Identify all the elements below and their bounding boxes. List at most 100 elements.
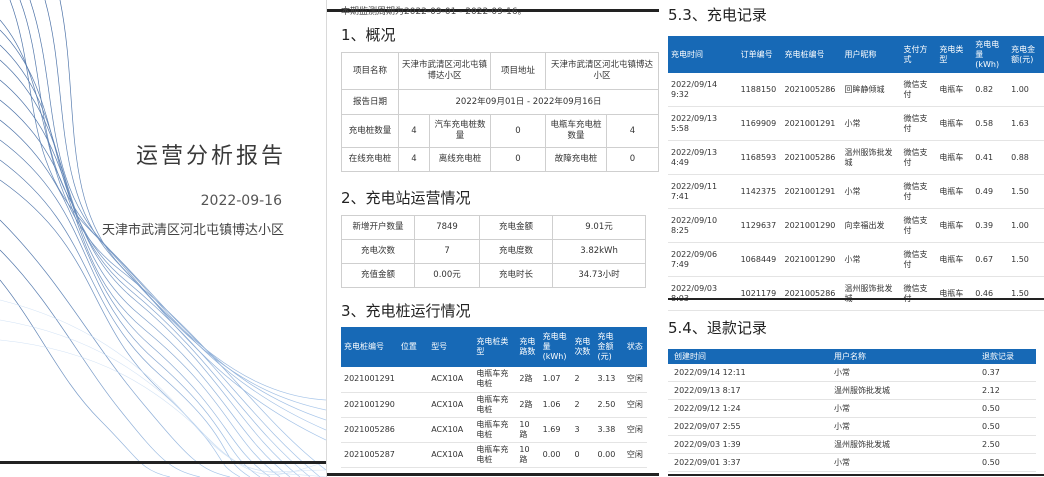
table-cell: 2路 (516, 367, 540, 393)
refund-records-table: 创建时间 用户名称 退款记录 2022/09/14 12:11 小常 0.37 202… (668, 349, 1036, 472)
table-cell: 微信支付 (900, 208, 937, 243)
column-header: 状态 (623, 327, 647, 367)
cover-date: 2022-09-16 (200, 193, 282, 209)
table-cell: 1168593 (737, 140, 782, 175)
page-divider (668, 298, 1044, 300)
column-header: 充电时间 (668, 36, 738, 73)
table-cell: 2.50 (976, 435, 1036, 454)
refund-records-heading: 5.4、退款记录 (668, 319, 767, 337)
cover-page: 运营分析报告 2022-09-16 天津市武清区河北屯镇博达小区 (0, 0, 327, 477)
table-row: 2022/09/03 1:39 温州服饰批发城 2.50 (668, 435, 1036, 454)
table-cell: 小常 (828, 364, 976, 382)
cell-label: 项目地址 (490, 52, 546, 90)
cell-label: 新增开户数量 (341, 215, 415, 240)
table-cell: 1.63 (1008, 106, 1044, 141)
table-cell: 1142375 (737, 174, 782, 209)
table-cell: 2021001291 (781, 106, 842, 141)
table-cell: 2022/09/14 9:32 (668, 73, 738, 107)
table-cell (397, 442, 429, 468)
table-cell: 0 (571, 442, 595, 468)
table-cell: 温州服饰批发城 (841, 140, 901, 175)
table-cell: 电瓶车充电桩 (473, 442, 517, 468)
table-cell: 1.69 (539, 417, 572, 443)
table-cell: 1.00 (1008, 208, 1044, 243)
cell-value: 3.82kWh (552, 239, 646, 264)
table-cell: 2022/09/13 8:17 (668, 381, 828, 400)
table-cell: 空闲 (623, 392, 647, 418)
table-cell: 10路 (516, 442, 540, 468)
table-cell: 微信支付 (900, 242, 937, 277)
table-cell: 微信支付 (900, 276, 937, 311)
table-cell: 2021005287 (341, 442, 398, 468)
table-cell: 2022/09/13 4:49 (668, 140, 738, 175)
table-row: 2022/09/13 4:49 1168593 2021005286 温州服饰批发城微… (668, 140, 1044, 175)
table-cell: 2022/09/13 5:58 (668, 106, 738, 141)
table-cell (397, 392, 429, 418)
cover-title: 运营分析报告 (135, 144, 286, 169)
cell-label: 汽车充电桩数量 (429, 114, 491, 148)
table-cell: 3.38 (594, 417, 624, 443)
table-cell: 10路 (516, 417, 540, 443)
table-cell: 电瓶车充电桩 (473, 367, 517, 393)
column-header: 支付方式 (900, 36, 937, 73)
table-cell: 电瓶车充电桩 (473, 392, 517, 418)
table-cell: 0.00 (539, 442, 572, 468)
column-header: 充电金额(元) (1008, 36, 1044, 73)
table-cell (397, 417, 429, 443)
table-row: 2021001290 ACX10A 电瓶车充电桩 2路 1.06 2 2.50 空闲 (341, 392, 647, 418)
table-cell: 2021001290 (341, 392, 398, 418)
table-cell: 0.46 (972, 276, 1009, 311)
table-cell: 微信支付 (900, 140, 937, 175)
cell-value: 0 (490, 114, 546, 148)
table-cell: 电瓶车充电桩 (473, 417, 517, 443)
report-page: 本期监测周期为2022-09-01 - 2022-09-16。 1、概况 项目名… (327, 0, 659, 477)
table-cell: 电瓶车 (936, 208, 973, 243)
cell-label: 报告日期 (341, 89, 399, 115)
table-cell: 2.50 (594, 392, 624, 418)
page-divider (327, 473, 659, 476)
table-cell: 0.67 (972, 242, 1009, 277)
table-cell: 0.37 (976, 364, 1036, 382)
column-header: 充电电量(kWh) (539, 327, 572, 367)
overview-table: 项目名称 天津市武清区河北屯镇博达小区 项目地址 天津市武清区河北屯镇博达小区 … (341, 52, 659, 172)
cell-value: 天津市武清区河北屯镇博达小区 (398, 52, 491, 90)
table-row: 2022/09/01 3:37 小常 0.50 (668, 453, 1036, 472)
table-cell: 微信支付 (900, 174, 937, 209)
table-row: 2022/09/13 8:17 温州服饰批发城 2.12 (668, 381, 1036, 400)
table-row: 2022/09/13 5:58 1169909 2021001291 小常 微信支付 电瓶… (668, 106, 1044, 141)
table-cell: 温州服饰批发城 (828, 381, 976, 400)
table-cell: 0.49 (972, 174, 1009, 209)
table-cell: 3.13 (594, 367, 624, 393)
table-row: 2022/09/06 7:49 1068449 2021001290 小常 微信支付 电瓶… (668, 242, 1044, 277)
table-cell: 2021005286 (341, 417, 398, 443)
table-cell: 1.50 (1008, 276, 1044, 311)
table-cell: 温州服饰批发城 (841, 276, 901, 311)
column-header: 订单编号 (737, 36, 782, 73)
table-cell: 2021001291 (341, 367, 398, 393)
column-header: 充电金额(元) (594, 327, 624, 367)
table-row: 2022/09/03 8:0310211792021005286温州服饰批发城微… (668, 276, 1044, 311)
blue-wave-decoration (0, 0, 326, 477)
table-cell: 空闲 (623, 442, 647, 468)
cell-label: 充电度数 (479, 239, 554, 264)
cell-value: 0 (490, 147, 546, 172)
column-header: 充电桩编号 (781, 36, 842, 73)
table-cell: 1068449 (737, 242, 782, 277)
table-cell: 0.50 (976, 417, 1036, 436)
cell-label: 故障充电桩 (545, 147, 607, 172)
table-cell: ACX10A (428, 442, 474, 468)
cell-value: 天津市武清区河北屯镇博达小区 (545, 52, 659, 90)
table-cell: 2021001290 (781, 242, 842, 277)
column-header: 型号 (428, 327, 474, 367)
table-cell: 2022/09/14 12:11 (668, 364, 828, 382)
table-cell: 2022/09/01 3:37 (668, 453, 828, 472)
table-cell: 2022/09/07 2:55 (668, 417, 828, 436)
table-cell (397, 367, 429, 393)
table-cell: 电瓶车 (936, 106, 973, 141)
table-row: 2021005287 ACX10A 电瓶车充电桩 10路 0.00 0 0.00 空闲 (341, 442, 647, 468)
table-row: 2022/09/07 2:55 小常 0.50 (668, 417, 1036, 436)
page-divider (668, 474, 1044, 476)
table-cell: 2022/09/03 8:03 (668, 276, 738, 311)
column-header: 充电类型 (936, 36, 973, 73)
pile-ops-heading: 3、充电桩运行情况 (341, 302, 471, 320)
